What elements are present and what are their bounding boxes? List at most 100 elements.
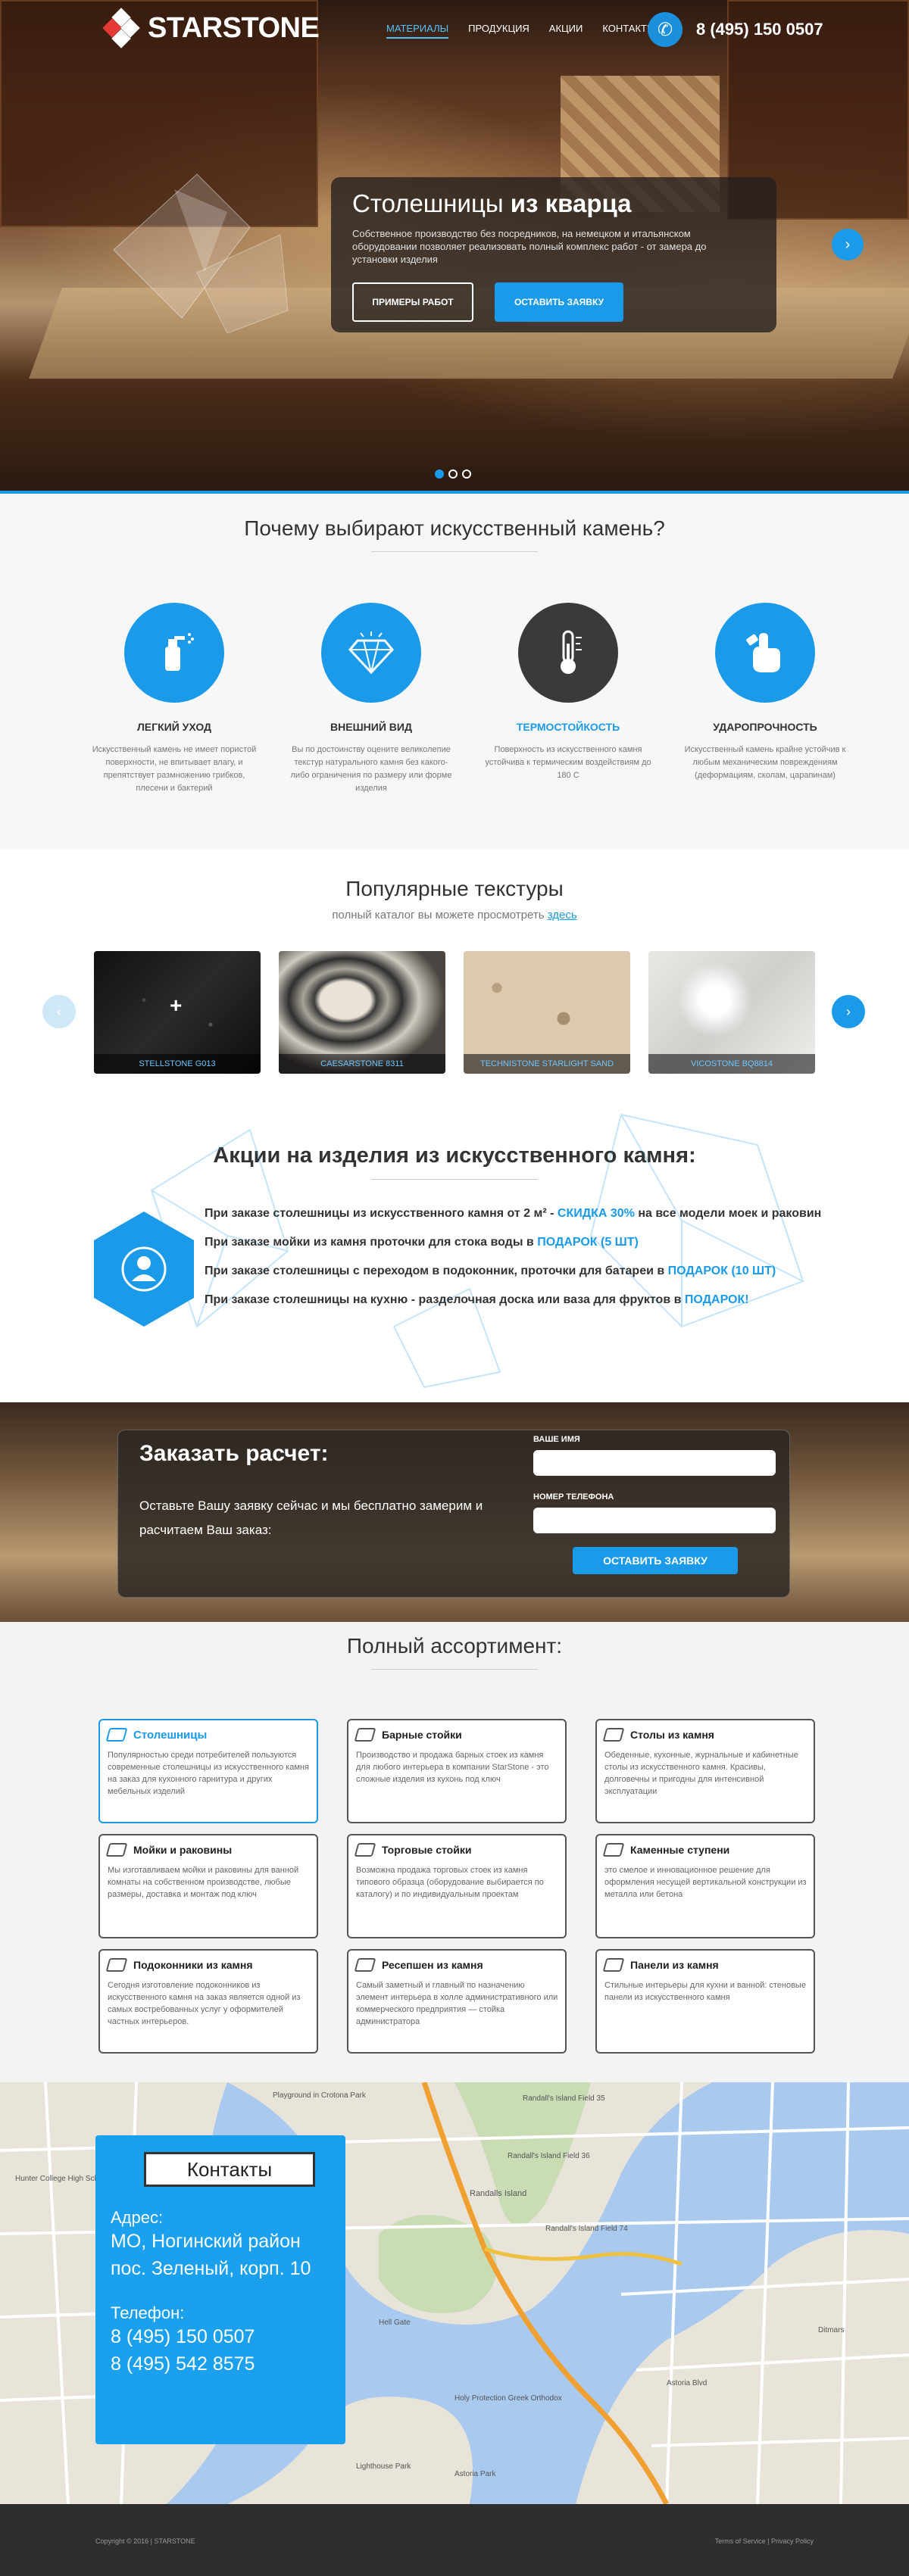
- hand-icon: [715, 603, 815, 703]
- contact-phone[interactable]: 8 (495) 542 8575: [111, 2350, 330, 2378]
- map-label: Hell Gate: [379, 2319, 411, 2327]
- map-label: Ditmars: [818, 2326, 844, 2334]
- phone-icon[interactable]: ✆: [648, 12, 683, 47]
- copyright: Copyright © 2016 | STARSTONE: [95, 2537, 195, 2545]
- card-text: это смелое и инновационное решение для о…: [604, 1866, 807, 1899]
- site-footer: Copyright © 2016 | STARSTONE Terms of Se…: [0, 2504, 909, 2576]
- address-label: Адрес:: [111, 2208, 164, 2227]
- feature-item: ЛЕГКИЙ УХОД Искусственный камень не имее…: [91, 603, 258, 795]
- card-title: Панели из камня: [630, 1959, 719, 1971]
- slider-dot[interactable]: [435, 469, 444, 479]
- assortment-title: Полный ассортимент:: [346, 1634, 563, 1658]
- hero-title: Столешницы из кварца: [352, 189, 632, 217]
- divider: [371, 1669, 538, 1670]
- main-nav: МАТЕРИАЛЫ ПРОДУКЦИЯ АКЦИИ КОНТАКТЫ: [386, 23, 656, 39]
- assortment-card[interactable]: Подоконники из камня Сегодня изготовление…: [98, 1949, 318, 2054]
- plus-icon: +: [170, 993, 183, 1017]
- card-title: Подоконники из камня: [133, 1959, 253, 1971]
- contact-phone[interactable]: 8 (495) 150 0507: [111, 2323, 330, 2350]
- texture-name: CAESARSTONE 8311: [279, 1054, 445, 1074]
- card-title: Торговые стойки: [382, 1844, 472, 1856]
- card-text: Популярностью среди потребителей пользую…: [108, 1751, 309, 1796]
- order-section: Заказать расчет: Оставьте Вашу заявку се…: [0, 1402, 909, 1622]
- map-label: Holy Protection Greek Orthodox: [454, 2394, 562, 2403]
- card-title: Ресепшен из камня: [382, 1959, 483, 1971]
- stone-slab-icon: [105, 1958, 128, 1972]
- slider-dot[interactable]: [462, 469, 471, 479]
- slider-dot[interactable]: [448, 469, 458, 479]
- nav-item-promo[interactable]: АКЦИИ: [549, 23, 583, 39]
- map-label: Randalls Island: [470, 2189, 526, 2198]
- feature-title: ВНЕШНИЙ ВИД: [330, 721, 412, 733]
- feature-text: Искусственный камень не имеет пористой п…: [92, 745, 257, 793]
- footer-links[interactable]: Terms of Service | Privacy Policy: [715, 2537, 814, 2545]
- texture-tile[interactable]: TECHNISTONE STARLIGHT SAND: [464, 951, 630, 1074]
- stone-slab-icon: [602, 1958, 625, 1972]
- assortment-card[interactable]: Ресепшен из камня Самый заметный и главны…: [347, 1949, 567, 2054]
- stone-slab-icon: [105, 1728, 128, 1742]
- assortment-section: Полный ассортимент: Столешницы Популярнос…: [0, 1622, 909, 2082]
- logo-icon: [102, 8, 140, 48]
- textures-next-button[interactable]: ›: [832, 995, 865, 1028]
- assortment-card[interactable]: Торговые стойки Возможна продажа торговых…: [347, 1834, 567, 1938]
- card-text: Стильные интерьеры для кухни и ванной: с…: [604, 1981, 806, 2002]
- promo-item: При заказе столешницы с переходом в подо…: [205, 1265, 776, 1277]
- stone-slab-icon: [354, 1728, 376, 1742]
- thermometer-icon: [518, 603, 618, 703]
- slider-dots: [435, 469, 471, 479]
- card-title: Мойки и раковины: [133, 1844, 233, 1856]
- examples-button[interactable]: ПРИМЕРЫ РАБОТ: [352, 282, 473, 322]
- card-text: Самый заметный и главный по назначению э…: [356, 1981, 558, 2026]
- feature-text: Поверхность из искусственного камня усто…: [485, 745, 651, 780]
- stone-slab-icon: [354, 1843, 376, 1857]
- map[interactable]: Randall's Island Field 35 Randall's Isla…: [0, 2082, 909, 2504]
- promo-section: Акции на изделия из искусственного камня…: [0, 1099, 909, 1402]
- why-section: Почему выбирают искусственный камень? ЛЕ…: [0, 494, 909, 850]
- assortment-card[interactable]: Панели из камня Стильные интерьеры для ку…: [595, 1949, 815, 2054]
- name-field[interactable]: [533, 1450, 776, 1476]
- order-button[interactable]: ОСТАВИТЬ ЗАЯВКУ: [495, 282, 623, 322]
- spray-bottle-icon: [124, 603, 224, 703]
- name-field-label: ВАШЕ ИМЯ: [533, 1435, 580, 1444]
- nav-item-materials[interactable]: МАТЕРИАЛЫ: [386, 23, 449, 39]
- why-title: Почему выбирают искусственный камень?: [244, 516, 665, 540]
- map-label: Playground in Crotona Park: [273, 2091, 367, 2100]
- card-text: Обеденные, кухонные, журнальные и кабине…: [604, 1751, 798, 1796]
- card-title: Столы из камня: [630, 1729, 714, 1741]
- promo-item: При заказе столешницы из искусственного …: [205, 1207, 822, 1220]
- map-label: Randall's Island Field 35: [523, 2094, 605, 2103]
- next-slide-button[interactable]: ›: [832, 229, 864, 260]
- order-text: Оставьте Вашу заявку сейчас и мы бесплат…: [139, 1499, 483, 1537]
- card-title: Столешницы: [133, 1728, 208, 1742]
- address-line: МО, Ногинский район: [111, 2231, 301, 2252]
- chevron-right-icon: ›: [845, 235, 851, 253]
- hero-panel: Столешницы из кварца Собственное произво…: [331, 177, 776, 332]
- map-label: Randall's Island Field 74: [545, 2225, 628, 2233]
- textures-prev-button[interactable]: ‹: [42, 995, 76, 1028]
- assortment-card[interactable]: Мойки и раковины Мы изготавливаем мойки и…: [98, 1834, 318, 1938]
- header-phone-number[interactable]: 8 (495) 150 0507: [696, 20, 823, 39]
- feature-title: ТЕРМОСТОЙКОСТЬ: [516, 721, 620, 733]
- hero-slider: Столешницы из кварца Собственное произво…: [0, 0, 909, 491]
- nav-item-products[interactable]: ПРОДУКЦИЯ: [468, 23, 529, 39]
- promo-item: При заказе мойки из камня проточки для с…: [205, 1236, 639, 1249]
- assortment-card[interactable]: Каменные ступени это смелое и инновационн…: [595, 1834, 815, 1938]
- assortment-card[interactable]: Барные стойки Производство и продажа барн…: [347, 1719, 567, 1823]
- texture-tile[interactable]: CAESARSTONE 8311: [279, 951, 445, 1074]
- assortment-card[interactable]: Столы из камня Обеденные, кухонные, журна…: [595, 1719, 815, 1823]
- logo[interactable]: STARSTONE: [102, 8, 320, 48]
- assortment-card[interactable]: Столешницы Популярностью среди потребител…: [98, 1719, 318, 1823]
- textures-title: Популярные текстуры: [345, 877, 564, 900]
- phone-field[interactable]: [533, 1508, 776, 1533]
- order-form: Заказать расчет: Оставьте Вашу заявку се…: [117, 1430, 790, 1598]
- texture-tile[interactable]: + STELLSTONE G013: [94, 951, 261, 1074]
- texture-tile[interactable]: VICOSTONE BQ8814: [648, 951, 815, 1074]
- contacts-card: Контакты Адрес: МО, Ногинский район пос.…: [95, 2135, 345, 2444]
- texture-name: TECHNISTONE STARLIGHT SAND: [464, 1054, 630, 1074]
- logo-text: STARSTONE: [148, 11, 320, 44]
- submit-order-button[interactable]: ОСТАВИТЬ ЗАЯВКУ: [573, 1547, 738, 1574]
- diamond-icon: [321, 603, 421, 703]
- catalog-link[interactable]: здесь: [548, 909, 577, 922]
- feature-text: Искусственный камень крайне устойчив к л…: [684, 745, 846, 780]
- texture-name: STELLSTONE G013: [94, 1054, 261, 1074]
